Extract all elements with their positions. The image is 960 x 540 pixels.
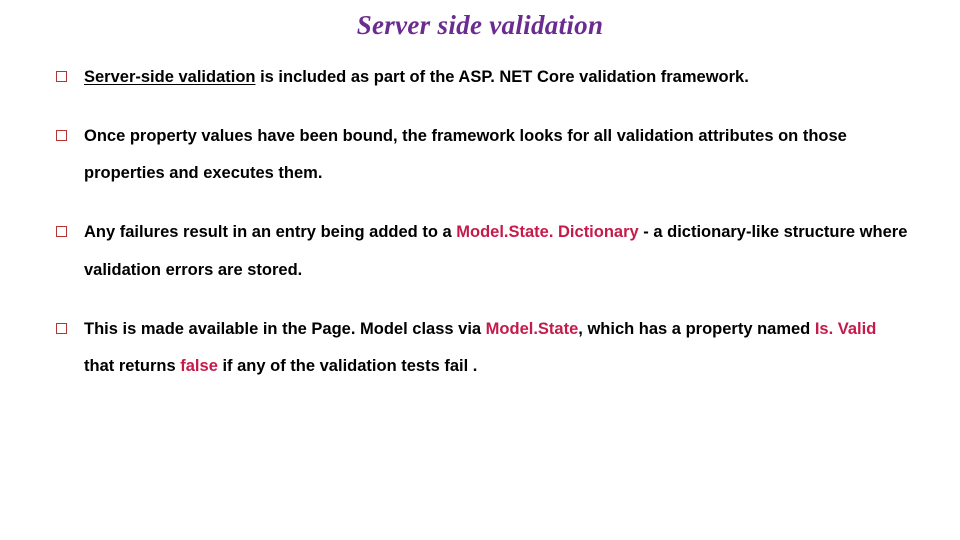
bullet-item: Server-side validation is included as pa… bbox=[50, 59, 910, 96]
bullet-text: This is made available in the Page. Mode… bbox=[84, 320, 486, 338]
bullet-item: Any failures result in an entry being ad… bbox=[50, 214, 910, 288]
is-valid-term: Is. Valid bbox=[815, 320, 876, 338]
server-side-validation-term: Server-side validation bbox=[84, 68, 256, 86]
bullet-text: , which has a property named bbox=[578, 320, 815, 338]
bullet-list: Server-side validation is included as pa… bbox=[50, 59, 910, 385]
bullet-item: Once property values have been bound, th… bbox=[50, 118, 910, 192]
model-state-dictionary-term: Model.State. Dictionary bbox=[456, 223, 638, 241]
bullet-text: is included as part of the ASP. NET Core… bbox=[256, 68, 749, 86]
false-term: false bbox=[180, 357, 218, 375]
bullet-text: Any failures result in an entry being ad… bbox=[84, 223, 456, 241]
bullet-text: Once property values have been bound, th… bbox=[84, 127, 847, 182]
bullet-text: that returns bbox=[84, 357, 180, 375]
bullet-item: This is made available in the Page. Mode… bbox=[50, 311, 910, 385]
slide: Server side validation Server-side valid… bbox=[0, 0, 960, 540]
bullet-text: if any of the validation tests fail . bbox=[218, 357, 477, 375]
slide-title: Server side validation bbox=[50, 10, 910, 41]
model-state-term: Model.State bbox=[486, 320, 579, 338]
